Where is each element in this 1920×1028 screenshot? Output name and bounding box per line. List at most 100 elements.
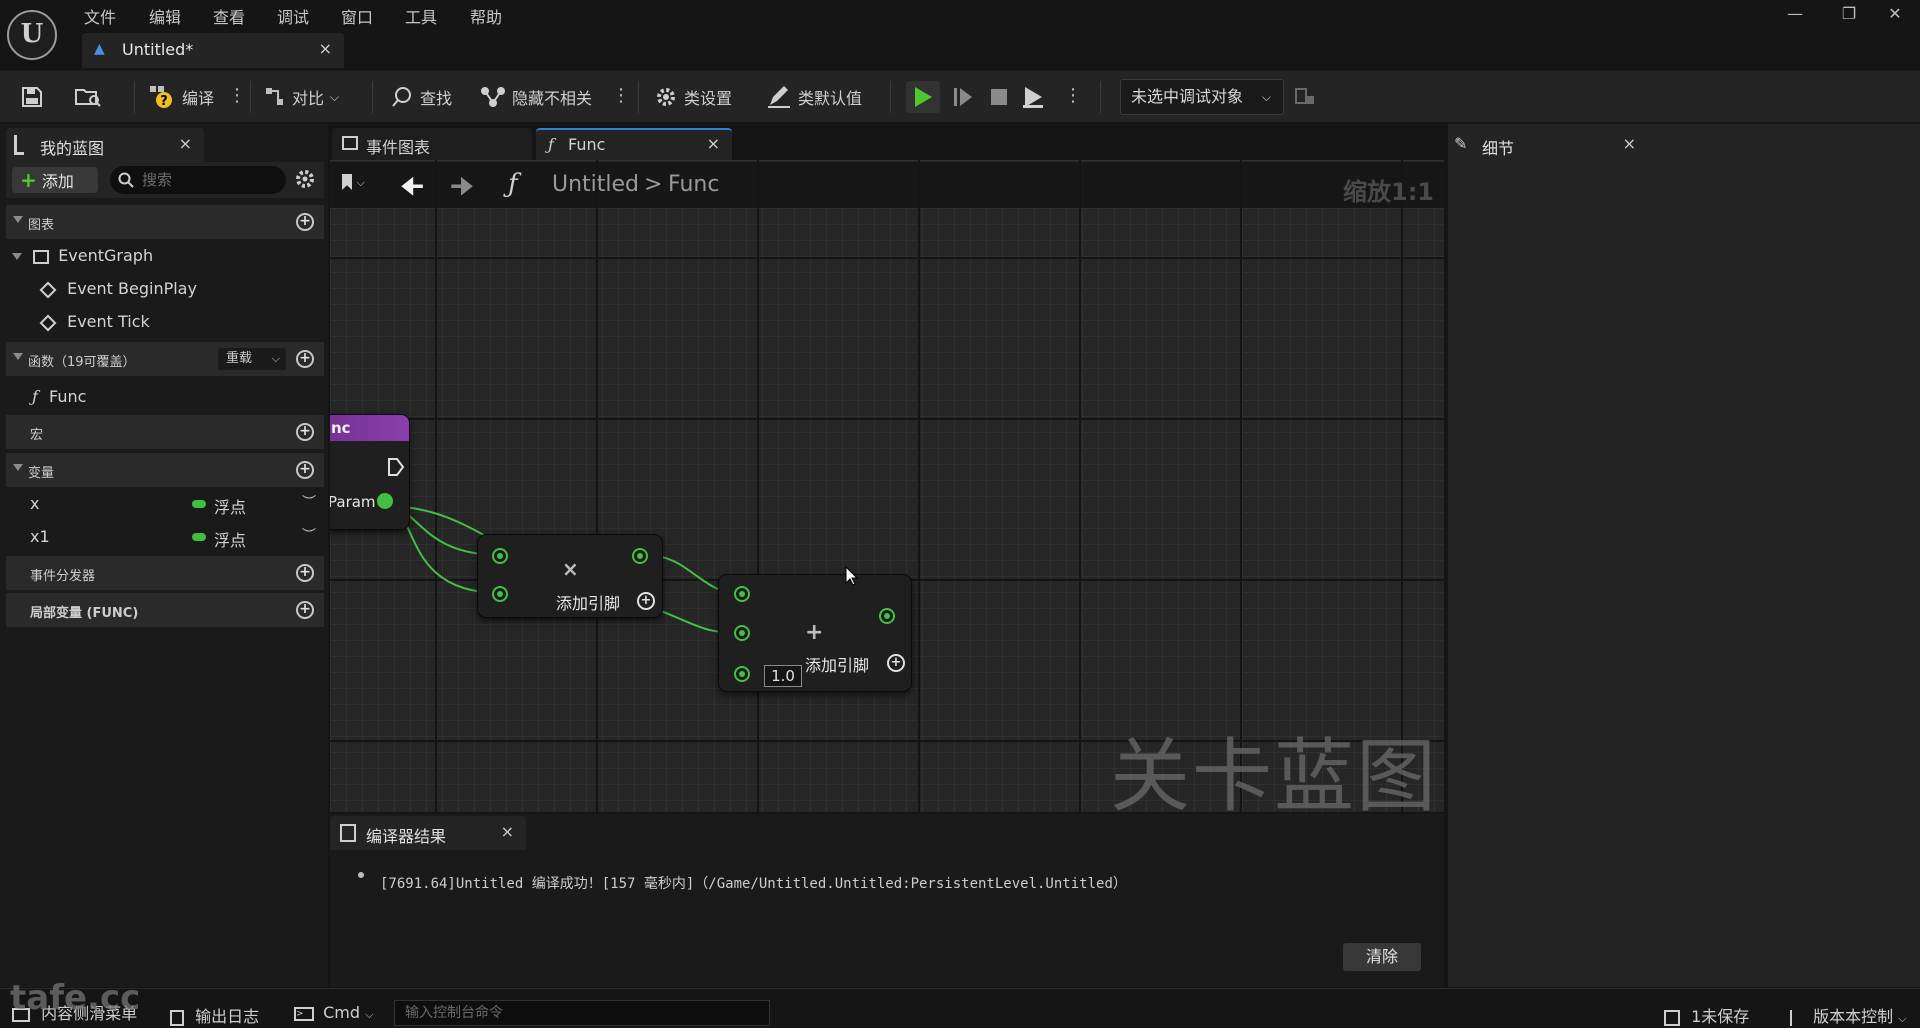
close-icon[interactable]: ×: [319, 39, 332, 58]
forward-arrow-icon[interactable]: 🠊: [450, 168, 474, 212]
add-output-pin[interactable]: [879, 608, 895, 624]
compiler-results-tab[interactable]: 编译器结果 ×: [330, 816, 526, 850]
play-options-button[interactable]: ⋮: [1064, 85, 1082, 106]
multiply-node[interactable]: × 添加引脚 +: [477, 534, 663, 618]
override-dropdown[interactable]: 重载 ⌵: [218, 348, 286, 370]
multiply-input-b-pin[interactable]: [492, 586, 508, 602]
close-icon[interactable]: ×: [1623, 134, 1636, 153]
add-node[interactable]: + 1.0 添加引脚 +: [718, 574, 912, 692]
function-entry-node[interactable]: nc Param: [330, 414, 410, 530]
section-graphs[interactable]: 图表 +: [6, 205, 324, 239]
add-pin-button[interactable]: +: [637, 592, 655, 610]
visibility-eye-icon[interactable]: ︶: [302, 492, 316, 512]
section-variables[interactable]: 变量 +: [6, 453, 324, 487]
section-functions[interactable]: 函数（19可覆盖） 重载 ⌵ +: [6, 342, 324, 376]
debug-filter-button[interactable]: [1294, 84, 1316, 110]
class-defaults-button[interactable]: 类默认值: [766, 84, 862, 110]
add-button[interactable]: + 添加: [12, 167, 98, 193]
unsaved-button[interactable]: 1未保存: [1664, 1003, 1749, 1027]
restore-button[interactable]: ❐: [1834, 4, 1864, 26]
play-button[interactable]: [906, 81, 940, 113]
breadcrumb-leaf[interactable]: Func: [668, 172, 719, 197]
default-value-input[interactable]: 1.0: [764, 665, 802, 687]
settings-button[interactable]: [294, 168, 316, 194]
compile-label: 编译: [182, 89, 215, 108]
stop-button[interactable]: [982, 81, 1016, 113]
visibility-eye-icon[interactable]: ︶: [302, 525, 316, 545]
save-icon: [22, 87, 42, 107]
details-tab[interactable]: ✎ 细节 ×: [1448, 128, 1648, 162]
menu-window[interactable]: 窗口: [341, 4, 373, 27]
class-settings-button[interactable]: 类设置: [654, 84, 732, 110]
section-local-variables[interactable]: 局部变量 (FUNC) +: [6, 593, 324, 627]
minimize-button[interactable]: —: [1780, 4, 1810, 26]
search-input[interactable]: 搜索: [110, 166, 286, 194]
close-icon[interactable]: ×: [179, 134, 192, 153]
tree-function-func[interactable]: ƒ Func: [32, 387, 86, 406]
tab-event-graph[interactable]: 事件图表: [332, 128, 532, 160]
save-button[interactable]: [20, 84, 44, 110]
back-arrow-icon[interactable]: 🠈: [400, 168, 424, 212]
tree-event-beginplay[interactable]: Event BeginPlay: [39, 279, 197, 298]
add-input-c-pin[interactable]: [734, 666, 750, 682]
tab-func-label: Func: [568, 135, 606, 154]
section-macros[interactable]: 宏 +: [6, 415, 324, 449]
multiply-input-a-pin[interactable]: [492, 548, 508, 564]
variable-row[interactable]: x1 浮点 ︶: [6, 521, 324, 554]
add-graph-button[interactable]: +: [296, 213, 314, 231]
cmd-dropdown[interactable]: > Cmd ⌵: [294, 1003, 373, 1022]
step-button[interactable]: [946, 81, 980, 113]
menu-debug[interactable]: 调试: [277, 4, 309, 27]
add-pin-label[interactable]: 添加引脚: [556, 590, 620, 614]
add-function-button[interactable]: +: [296, 350, 314, 368]
close-window-button[interactable]: ✕: [1880, 4, 1910, 26]
add-local-variable-button[interactable]: +: [296, 601, 314, 619]
exec-pin-icon[interactable]: [387, 457, 405, 477]
add-pin-label[interactable]: 添加引脚: [805, 652, 869, 676]
tree-event-graph[interactable]: EventGraph: [12, 246, 153, 265]
param-output-pin[interactable]: [377, 493, 393, 509]
debug-target-select[interactable]: 未选中调试对象 ⌵: [1120, 79, 1284, 115]
eject-button[interactable]: [1016, 81, 1050, 113]
tree-event-tick[interactable]: Event Tick: [39, 312, 150, 331]
browse-button[interactable]: [74, 84, 102, 110]
add-macro-button[interactable]: +: [296, 423, 314, 441]
menu-tools[interactable]: 工具: [405, 4, 437, 27]
output-log-button[interactable]: 输出日志: [170, 1003, 259, 1027]
breadcrumb-root[interactable]: Untitled: [552, 172, 639, 197]
compiler-results-icon: [340, 824, 356, 842]
document-tab[interactable]: ▲ Untitled* ×: [82, 33, 344, 68]
compiler-message[interactable]: [7691.64]Untitled 编译成功！[157 毫秒内]（/Game/U…: [380, 873, 1127, 893]
section-event-dispatchers[interactable]: 事件分发器 +: [6, 556, 324, 590]
compile-button[interactable]: ? 编译: [148, 84, 214, 110]
variable-row[interactable]: x 浮点 ︶: [6, 488, 324, 521]
tab-func[interactable]: ƒ Func ×: [536, 128, 732, 160]
more-options-button[interactable]: ⋮: [612, 85, 630, 106]
section-functions-label: 函数（19可覆盖）: [28, 355, 136, 370]
multiply-output-pin[interactable]: [632, 548, 648, 564]
console-input[interactable]: 输入控制台命令: [394, 1000, 770, 1026]
compile-options-button[interactable]: ⋮: [228, 85, 246, 106]
menu-view[interactable]: 查看: [213, 4, 245, 27]
add-event-dispatcher-button[interactable]: +: [296, 564, 314, 582]
my-blueprint-tab[interactable]: 我的蓝图 ×: [6, 128, 204, 162]
bookmark-button[interactable]: ⌵: [342, 174, 376, 196]
add-variable-button[interactable]: +: [296, 461, 314, 479]
source-control-button[interactable]: 版本本控制 ⌵: [1790, 1003, 1907, 1027]
hide-unrelated-button[interactable]: 隐藏不相关: [480, 84, 592, 110]
unreal-logo[interactable]: U: [7, 10, 57, 60]
menu-help[interactable]: 帮助: [470, 4, 502, 27]
diff-button[interactable]: 对比 ⌵: [264, 84, 339, 110]
close-icon[interactable]: ×: [501, 822, 514, 841]
add-pin-button[interactable]: +: [887, 654, 905, 672]
add-input-a-pin[interactable]: [734, 586, 750, 602]
clear-button[interactable]: 清除: [1343, 943, 1421, 971]
add-input-b-pin[interactable]: [734, 625, 750, 641]
close-icon[interactable]: ×: [707, 134, 720, 153]
menu-file[interactable]: 文件: [84, 4, 116, 27]
menu-edit[interactable]: 编辑: [149, 4, 181, 27]
collapse-arrow-icon: [12, 253, 22, 260]
find-button[interactable]: 查找: [390, 84, 452, 110]
toolbar: ? 编译 ⋮ 对比 ⌵ 查找 隐藏不相关 ⋮ 类设置 类默认值 ⋮ 未选中调试对…: [0, 70, 1920, 122]
output-log-label: 输出日志: [195, 1007, 260, 1026]
